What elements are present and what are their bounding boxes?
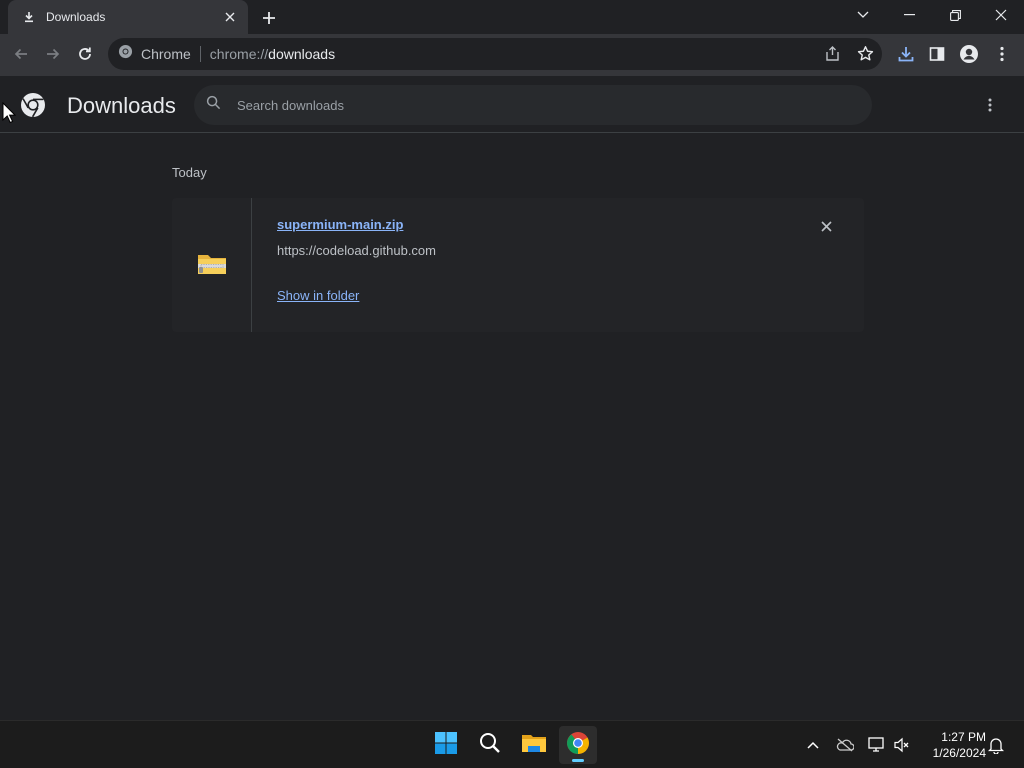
zip-folder-icon (196, 250, 228, 278)
show-in-folder-link[interactable]: Show in folder (277, 288, 359, 303)
system-clock[interactable]: 1:27 PM 1/26/2024 (920, 729, 986, 761)
chrome-site-icon (118, 44, 133, 64)
file-name-link[interactable]: supermium-main.zip (277, 217, 403, 232)
browser-toolbar: Chrome chrome:// downloads (0, 34, 1024, 76)
file-explorer-icon (521, 732, 547, 759)
new-tab-button[interactable] (258, 7, 280, 29)
page-title: Downloads (67, 93, 176, 118)
url-scheme: chrome:// (209, 46, 269, 62)
chrome-menu-icon[interactable] (987, 39, 1017, 69)
tab-title: Downloads (46, 10, 106, 24)
restore-button[interactable] (933, 0, 977, 30)
network-icon[interactable] (867, 735, 887, 755)
downloads-more-icon[interactable] (978, 93, 1002, 117)
date-section-label: Today (172, 165, 207, 180)
download-icon (22, 10, 36, 24)
file-icon-column (172, 198, 252, 332)
onedrive-offline-icon[interactable] (835, 735, 855, 755)
start-icon (434, 731, 458, 760)
search-downloads-input[interactable]: Search downloads (194, 85, 872, 125)
downloads-button[interactable] (891, 39, 921, 69)
start-button[interactable] (427, 726, 465, 764)
downloads-header: Downloads Search downloads (0, 78, 1024, 133)
back-button[interactable] (6, 39, 36, 69)
taskbar-search-button[interactable] (471, 726, 509, 764)
chrome-taskbar-button[interactable] (559, 726, 597, 764)
search-placeholder: Search downloads (237, 97, 344, 113)
forward-button[interactable] (38, 39, 68, 69)
search-icon (479, 732, 501, 759)
reload-button[interactable] (70, 39, 100, 69)
profile-avatar-icon[interactable] (954, 39, 984, 69)
tab-close-icon[interactable] (222, 9, 238, 25)
minimize-button[interactable] (887, 0, 931, 30)
omnibox-divider (199, 46, 201, 62)
site-label: Chrome (141, 46, 191, 62)
tab-strip: Downloads (0, 0, 1024, 34)
clock-date: 1/26/2024 (932, 746, 986, 760)
search-icon (206, 95, 221, 115)
chrome-logo-icon (20, 92, 46, 118)
side-panel-icon[interactable] (922, 39, 952, 69)
url-path: downloads (268, 46, 336, 62)
tab-downloads[interactable]: Downloads (8, 0, 248, 34)
volume-muted-icon[interactable] (892, 735, 912, 755)
mouse-cursor-icon (2, 101, 17, 124)
close-window-button[interactable] (979, 0, 1023, 30)
source-url: https://codeload.github.com (277, 243, 436, 258)
notification-bell-icon[interactable] (986, 735, 1006, 755)
tab-search-icon[interactable] (841, 0, 885, 30)
share-icon[interactable] (824, 45, 841, 67)
bookmark-star-icon[interactable] (857, 45, 874, 67)
clock-time: 1:27 PM (941, 730, 986, 744)
chrome-icon (566, 731, 590, 760)
chevron-up-icon[interactable] (803, 735, 823, 755)
active-app-indicator (572, 759, 584, 762)
windows-taskbar: 1:27 PM 1/26/2024 (0, 720, 1024, 768)
remove-download-icon[interactable] (816, 216, 836, 236)
address-bar[interactable]: Chrome chrome:// downloads (108, 38, 882, 70)
screen: Downloads Chrome chrome:// downloads Dow… (0, 0, 1024, 768)
file-explorer-button[interactable] (515, 726, 553, 764)
download-item: supermium-main.zip https://codeload.gith… (172, 198, 864, 332)
